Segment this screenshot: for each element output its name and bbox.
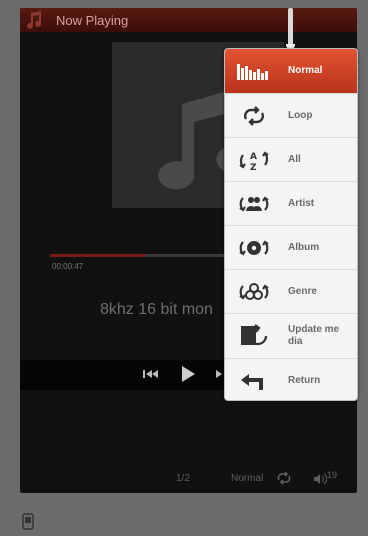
shuffle-all-az-icon: A Z — [235, 146, 273, 174]
previous-track-icon[interactable] — [141, 366, 161, 382]
play-mode-loop-icon[interactable] — [275, 471, 293, 485]
menu-item-label: Loop — [288, 109, 313, 121]
shuffle-genre-icon — [235, 278, 273, 306]
volume-icon[interactable] — [313, 473, 327, 485]
menu-item-loop[interactable]: Loop — [225, 94, 357, 138]
menu-item-label: All — [288, 153, 301, 165]
volume-level: 19 — [327, 470, 338, 480]
menu-item-album[interactable]: Album — [225, 226, 357, 270]
audio-format-label: 8khz 16 bit mon — [100, 301, 213, 318]
menu-item-return[interactable]: Return — [225, 359, 357, 400]
page-title: Now Playing — [56, 12, 129, 28]
equalizer-bars-icon — [235, 57, 273, 85]
phone-status-icon — [22, 513, 34, 530]
update-media-icon — [235, 322, 273, 350]
seek-bar[interactable] — [50, 254, 230, 257]
menu-item-label: Genre — [288, 285, 317, 297]
menu-pointer — [288, 8, 293, 46]
return-arrow-icon — [235, 367, 273, 395]
menu-item-all[interactable]: A Z All — [225, 138, 357, 182]
shuffle-artist-icon — [235, 190, 273, 218]
shuffle-album-icon — [235, 234, 273, 262]
svg-text:Z: Z — [250, 163, 257, 173]
menu-item-genre[interactable]: Genre — [225, 270, 357, 314]
play-icon[interactable] — [178, 364, 198, 384]
title-bar: Now Playing — [20, 8, 357, 32]
menu-item-label: Normal — [288, 65, 323, 76]
seek-bar-fill — [50, 254, 146, 257]
track-position: 1/2 — [176, 473, 190, 484]
play-mode-menu: Normal Loop A Z All Artist Album Genre U… — [224, 48, 358, 401]
menu-item-label: Artist — [288, 197, 315, 209]
menu-item-update-media[interactable]: Update me dia — [225, 314, 357, 359]
music-note-icon — [27, 11, 41, 29]
loop-icon — [235, 102, 273, 130]
menu-item-label: Update me dia — [288, 324, 340, 347]
menu-item-normal[interactable]: Normal — [225, 49, 357, 94]
menu-item-artist[interactable]: Artist — [225, 182, 357, 226]
svg-text:A: A — [250, 152, 257, 162]
menu-item-label: Album — [288, 241, 320, 253]
menu-item-label: Return — [288, 374, 321, 386]
play-mode-label[interactable]: Normal — [231, 473, 263, 484]
elapsed-time: 00:00:47 — [52, 262, 84, 271]
